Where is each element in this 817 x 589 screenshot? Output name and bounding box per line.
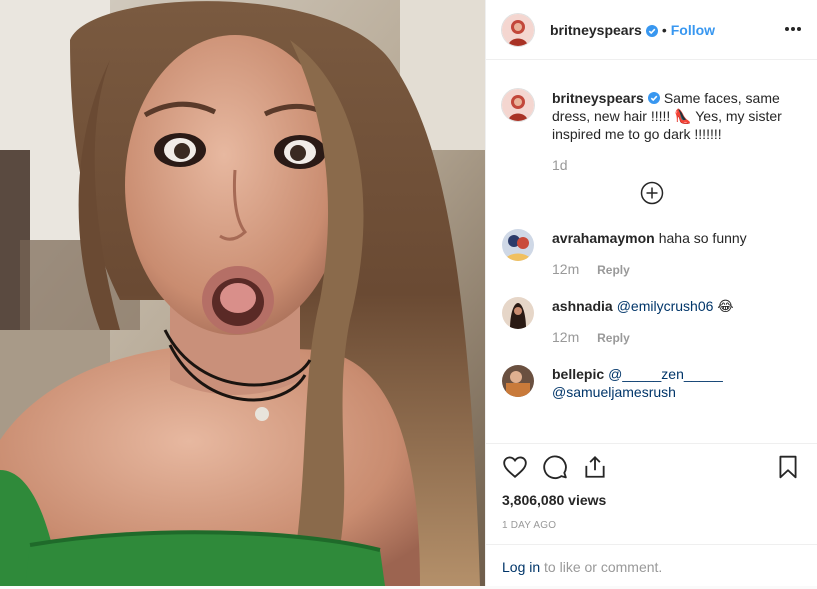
load-more-plus-icon[interactable] [640, 181, 664, 205]
post-header: britneyspears • Follow [486, 0, 817, 60]
action-icons [502, 444, 801, 490]
comment-timestamp[interactable]: 12m [552, 329, 579, 345]
comments-list[interactable]: britneyspears Same faces, same dress, new… [486, 61, 817, 443]
comment-mention[interactable]: @_____zen_____ [608, 366, 723, 382]
login-prompt-text: to like or comment. [540, 559, 663, 575]
comment-mention[interactable]: @samueljamesrush [552, 384, 676, 400]
reply-button[interactable]: Reply [597, 331, 630, 345]
comment-timestamp[interactable]: 12m [552, 261, 579, 277]
caption-username[interactable]: britneyspears [552, 90, 644, 106]
comment-username[interactable]: avrahamaymon [552, 230, 655, 246]
login-prompt: Log in to like or comment. [486, 544, 817, 589]
bookmark-icon[interactable] [775, 454, 801, 480]
comment-item: ashnadia @emilycrush06 😂 12m Reply [486, 297, 817, 345]
comment-item: bellepic @_____zen_____ @samueljamesrush [486, 365, 817, 401]
view-count[interactable]: 3,806,080 views [502, 492, 801, 508]
load-more-comments[interactable] [486, 181, 817, 205]
caption: britneyspears Same faces, same dress, new… [486, 89, 817, 173]
separator-dot: • [661, 21, 667, 38]
login-link[interactable]: Log in [502, 559, 540, 575]
comment-text: haha so funny [658, 230, 747, 246]
commenter-avatar[interactable] [502, 365, 534, 397]
follow-button[interactable]: Follow [671, 22, 715, 38]
share-icon[interactable] [582, 454, 608, 480]
comment-mention[interactable]: @emilycrush06 [617, 298, 714, 314]
post-actions: 3,806,080 views 1 DAY AGO [486, 443, 817, 531]
comment-icon[interactable] [542, 454, 568, 480]
commenter-avatar[interactable] [502, 229, 534, 261]
caption-avatar[interactable] [502, 89, 534, 121]
laughing-emoji: 😂 [717, 298, 734, 314]
heart-icon[interactable] [502, 454, 528, 480]
verified-badge-icon [645, 24, 658, 37]
comment-item: avrahamaymon haha so funny 12m Reply [486, 229, 817, 277]
comment-username[interactable]: bellepic [552, 366, 604, 382]
post-dialog: britneyspears • Follow britneyspears Sam… [0, 0, 817, 586]
caption-timestamp[interactable]: 1d [552, 157, 568, 173]
verified-badge-icon [647, 90, 660, 104]
more-options-icon[interactable] [783, 22, 803, 36]
post-sidebar: britneyspears • Follow britneyspears Sam… [485, 0, 817, 586]
post-video-frame[interactable] [0, 0, 485, 586]
author-avatar[interactable] [502, 13, 534, 46]
commenter-avatar[interactable] [502, 297, 534, 329]
reply-button[interactable]: Reply [597, 263, 630, 277]
post-age[interactable]: 1 DAY AGO [502, 520, 801, 531]
post-media[interactable] [0, 0, 485, 586]
comment-username[interactable]: ashnadia [552, 298, 613, 314]
author-username[interactable]: britneyspears [550, 22, 642, 38]
